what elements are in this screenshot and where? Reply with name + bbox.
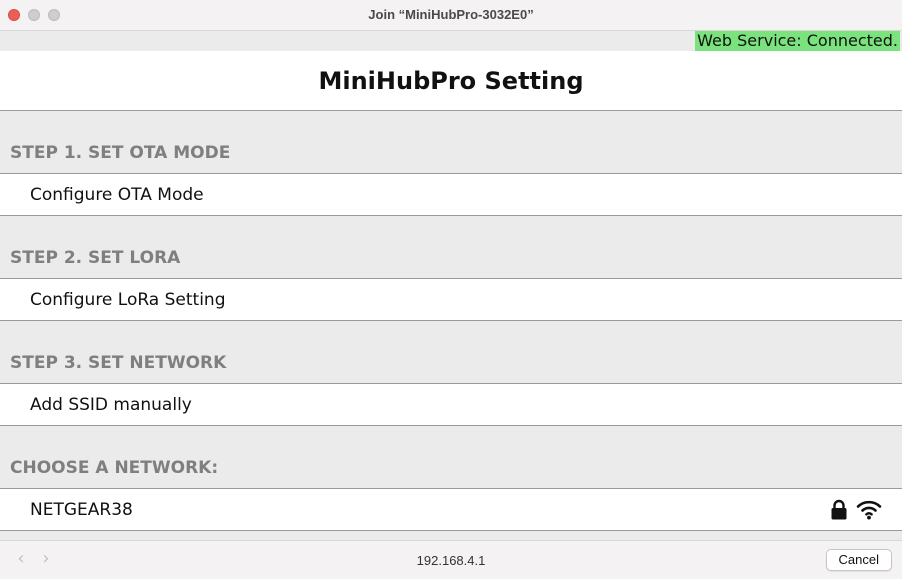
list-item-label: Configure OTA Mode <box>30 184 204 205</box>
page-title: MiniHubPro Setting <box>318 66 584 95</box>
network-icons <box>830 499 882 520</box>
wifi-icon <box>856 500 882 520</box>
window-title: Join “MiniHubPro-3032E0” <box>368 7 534 22</box>
section-header-step-1: STEP 1. SET OTA MODE <box>0 111 902 174</box>
list-item-label: Configure LoRa Setting <box>30 289 226 310</box>
network-ssid: NETGEAR38 <box>30 499 133 520</box>
captive-portal-window: Join “MiniHubPro-3032E0” Web Service: Co… <box>0 0 902 579</box>
network-item-netgear38[interactable]: NETGEAR38 <box>0 489 902 531</box>
add-ssid-manually-item[interactable]: Add SSID manually <box>0 384 902 426</box>
lock-icon <box>831 499 847 520</box>
page-header: MiniHubPro Setting <box>0 51 902 111</box>
section-header-choose-network: CHOOSE A NETWORK: <box>0 426 902 489</box>
configure-ota-mode-item[interactable]: Configure OTA Mode <box>0 174 902 216</box>
bottom-toolbar: ‹ › 192.168.4.1 Cancel <box>0 540 902 579</box>
title-bar[interactable]: Join “MiniHubPro-3032E0” <box>0 0 902 31</box>
url-display: 192.168.4.1 <box>416 553 486 568</box>
list-item-label: Add SSID manually <box>30 394 192 415</box>
web-content[interactable]: Web Service: Connected. MiniHubPro Setti… <box>0 31 902 540</box>
status-row: Web Service: Connected. <box>0 31 902 51</box>
section-header-step-3: STEP 3. SET NETWORK <box>0 321 902 384</box>
configure-lora-setting-item[interactable]: Configure LoRa Setting <box>0 279 902 321</box>
status-badge: Web Service: Connected. <box>695 31 900 51</box>
section-header-step-2: STEP 2. SET LORA <box>0 216 902 279</box>
cancel-button[interactable]: Cancel <box>825 549 892 571</box>
